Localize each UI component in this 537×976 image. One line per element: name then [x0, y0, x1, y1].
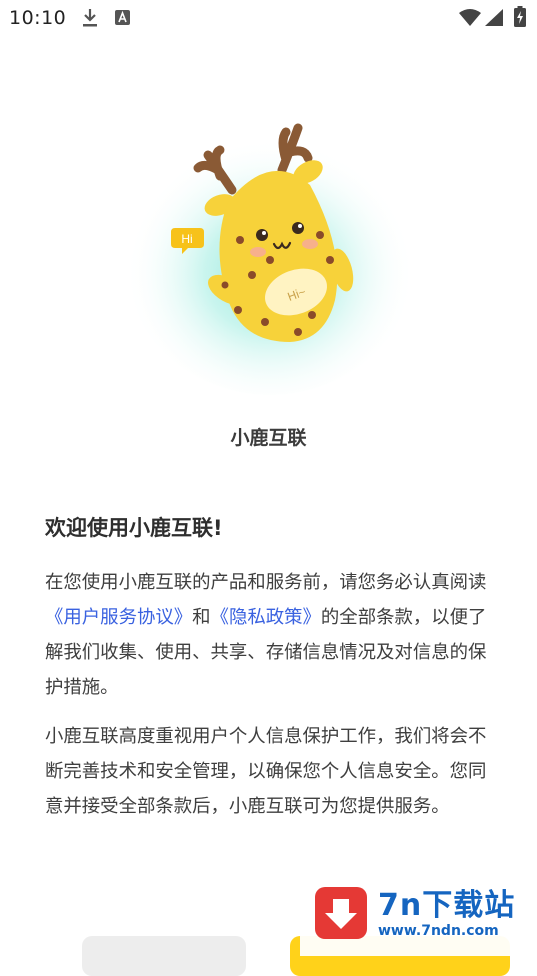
- watermark-title: 7n下载站: [378, 888, 516, 923]
- agreement-paragraph-2: 小鹿互联高度重视用户个人信息保护工作，我们将会不断完善技术和安全管理，以确保您个…: [45, 726, 487, 817]
- mascot-illustration: Hi Hi~: [120, 110, 420, 410]
- privacy-policy-link[interactable]: 《隐私政策》: [211, 607, 321, 628]
- download-logo-icon: [315, 887, 367, 939]
- agreement-paragraph-1: 在您使用小鹿互联的产品和服务前，请您务必认真阅读《用户服务协议》和《隐私政策》的…: [45, 565, 495, 705]
- watermark-url: www.7ndn.com: [378, 923, 499, 939]
- welcome-title: 欢迎使用小鹿互联!: [45, 516, 223, 540]
- user-service-agreement-link[interactable]: 《用户服务协议》: [45, 607, 192, 628]
- battery-charging-icon: [514, 6, 526, 27]
- p1-text-before: 在您使用小鹿互联的产品和服务前，请您务必认真阅读: [45, 572, 487, 593]
- a-notification-icon: [115, 10, 130, 25]
- signal-icon: [485, 9, 503, 26]
- app-name: 小鹿互联: [230, 427, 307, 449]
- status-time: 10:10: [9, 7, 67, 29]
- status-bar: 10:10: [0, 0, 537, 36]
- hi-badge-text: Hi: [181, 232, 192, 246]
- disagree-button[interactable]: [82, 936, 246, 976]
- p1-text-and: 和: [192, 607, 211, 628]
- wifi-icon: [459, 9, 481, 26]
- watermark: 7n下载站 www.7ndn.com: [300, 870, 537, 956]
- download-icon: [83, 9, 97, 27]
